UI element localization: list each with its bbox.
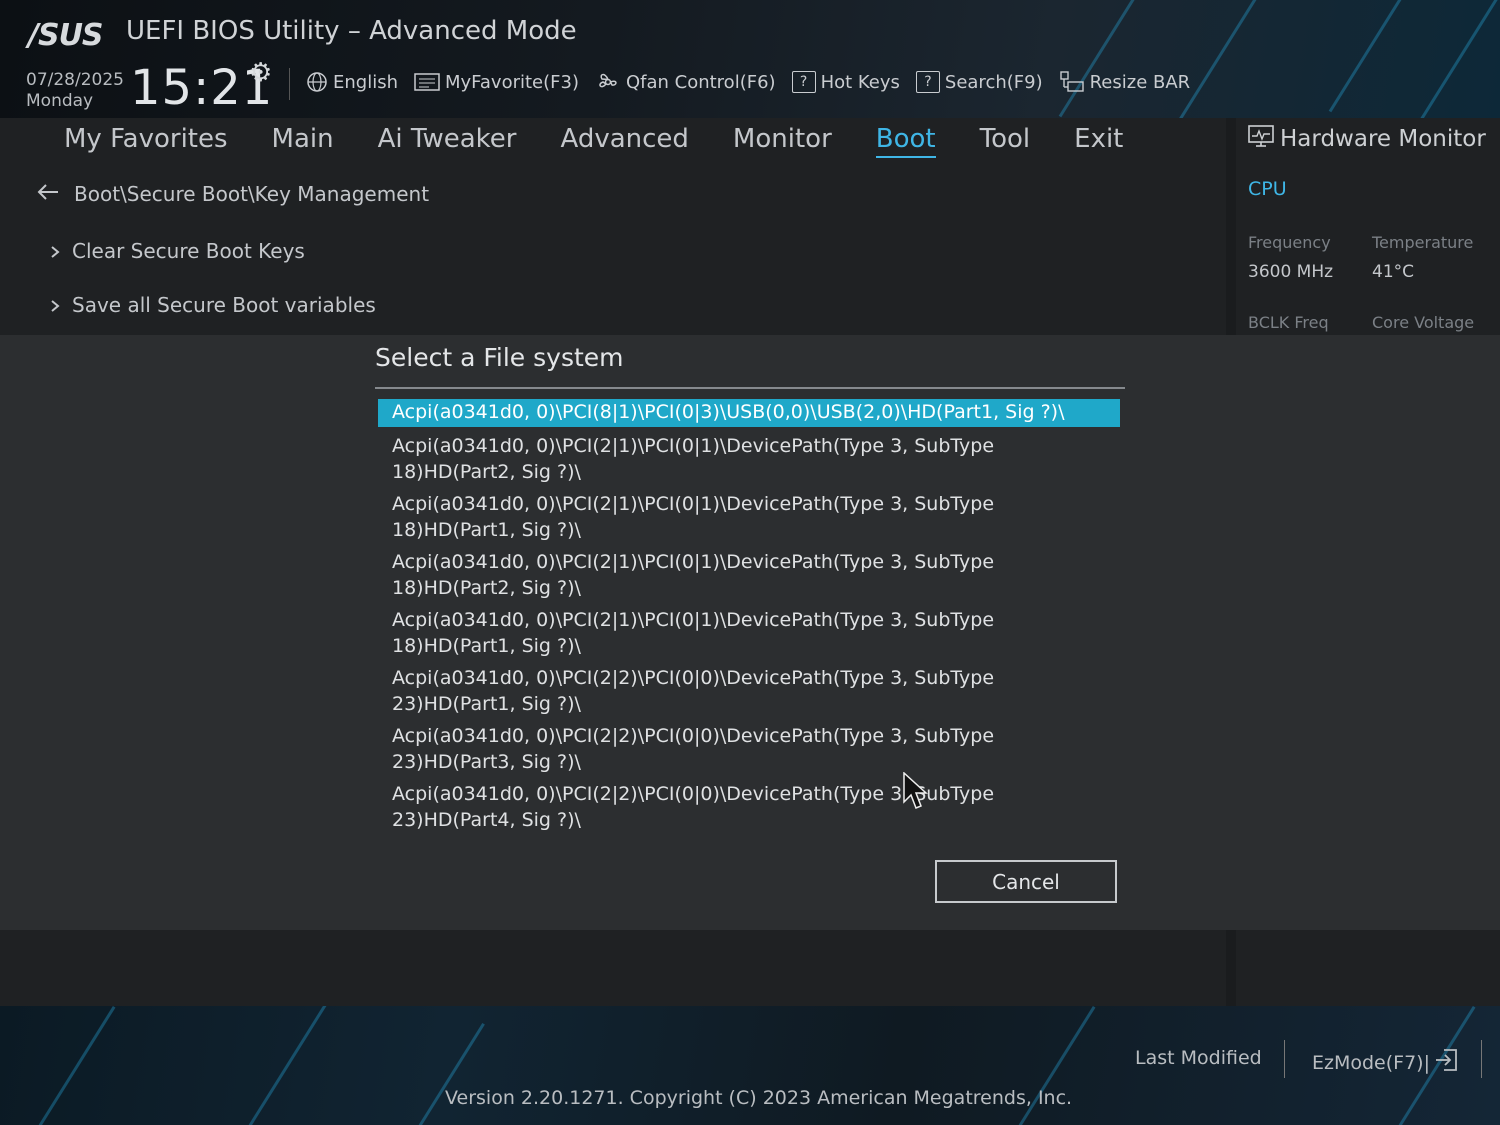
- ezmode-label: EzMode(F7)|: [1312, 1051, 1430, 1074]
- menu-item-label: Save all Secure Boot variables: [72, 293, 376, 317]
- hot-keys-button[interactable]: ? Hot Keys: [791, 70, 900, 94]
- search-button[interactable]: ? Search(F9): [915, 70, 1043, 94]
- chevron-right-icon: [50, 293, 60, 317]
- temperature-value: 41°C: [1372, 262, 1415, 282]
- frequency-value: 3600 MHz: [1248, 262, 1334, 282]
- date-text: 07/28/2025: [26, 70, 124, 90]
- file-system-option[interactable]: Acpi(a0341d0, 0)\PCI(2|1)\PCI(0|1)\Devic…: [378, 433, 1120, 485]
- temperature-label: Temperature: [1372, 233, 1474, 252]
- toolbar: English MyFavorite(F3) Qfan Control(F6) …: [306, 70, 1190, 94]
- menu-item-save-secure-boot-variables[interactable]: Save all Secure Boot variables: [50, 293, 376, 317]
- back-arrow-icon[interactable]: [36, 182, 60, 206]
- clock-settings-gear-icon[interactable]: ⚙: [249, 58, 272, 88]
- decor-stripe: [1328, 0, 1438, 113]
- mouse-pointer-icon: [903, 771, 929, 816]
- footer-divider: [1481, 1040, 1482, 1078]
- file-system-option[interactable]: Acpi(a0341d0, 0)\PCI(2|2)\PCI(0|0)\Devic…: [378, 723, 1120, 775]
- core-voltage-label: Core Voltage: [1372, 313, 1475, 332]
- main-nav: My Favorites Main Ai Tweaker Advanced Mo…: [64, 124, 1123, 158]
- tab-tool[interactable]: Tool: [980, 124, 1031, 158]
- myfavorite-label: MyFavorite(F3): [445, 71, 579, 93]
- tab-my-favorites[interactable]: My Favorites: [64, 124, 228, 158]
- menu-item-clear-secure-boot-keys[interactable]: Clear Secure Boot Keys: [50, 239, 305, 263]
- resize-bar-icon: [1059, 70, 1085, 94]
- file-system-option[interactable]: Acpi(a0341d0, 0)\PCI(2|1)\PCI(0|1)\Devic…: [378, 491, 1120, 543]
- decor-stripe: [1058, 0, 1147, 118]
- divider: [289, 68, 290, 100]
- date-display: 07/28/2025 Monday: [26, 70, 124, 112]
- decor-stripe: [418, 1022, 485, 1125]
- decor-stripe: [38, 1006, 116, 1125]
- exit-arrow-icon: [1434, 1047, 1460, 1078]
- help-icon: ?: [791, 71, 816, 93]
- dialog-divider: [375, 387, 1125, 389]
- cpu-section-title: CPU: [1248, 178, 1287, 200]
- fan-icon: [595, 70, 621, 94]
- hardware-monitor-title: Hardware Monitor: [1248, 124, 1486, 154]
- frequency-label: Frequency: [1248, 233, 1331, 252]
- tab-boot[interactable]: Boot: [875, 124, 936, 158]
- footer-divider: [1284, 1040, 1285, 1078]
- globe-icon: [306, 71, 328, 93]
- favorite-icon: [414, 72, 440, 92]
- ezmode-button[interactable]: EzMode(F7)|: [1312, 1047, 1460, 1078]
- hot-keys-label: Hot Keys: [820, 71, 900, 93]
- menu-item-label: Clear Secure Boot Keys: [72, 239, 305, 263]
- tab-main[interactable]: Main: [272, 124, 334, 158]
- language-label: English: [333, 71, 398, 93]
- file-system-option[interactable]: Acpi(a0341d0, 0)\PCI(8|1)\PCI(0|3)\USB(0…: [378, 399, 1120, 427]
- hardware-monitor-label: Hardware Monitor: [1280, 126, 1486, 152]
- bclk-freq-label: BCLK Freq: [1248, 313, 1329, 332]
- search-label: Search(F9): [944, 71, 1043, 93]
- breadcrumb-path: Boot\Secure Boot\Key Management: [74, 182, 430, 206]
- resize-bar-button[interactable]: Resize BAR: [1059, 70, 1191, 94]
- cancel-button[interactable]: Cancel: [935, 860, 1117, 903]
- monitor-icon: [1248, 124, 1274, 154]
- app-title: UEFI BIOS Utility – Advanced Mode: [126, 16, 577, 46]
- tab-exit[interactable]: Exit: [1074, 124, 1123, 158]
- file-system-option[interactable]: Acpi(a0341d0, 0)\PCI(2|2)\PCI(0|0)\Devic…: [378, 781, 1120, 833]
- dialog-title: Select a File system: [375, 343, 624, 372]
- file-system-option[interactable]: Acpi(a0341d0, 0)\PCI(2|1)\PCI(0|1)\Devic…: [378, 549, 1120, 601]
- day-text: Monday: [26, 91, 94, 111]
- file-system-list: Acpi(a0341d0, 0)\PCI(8|1)\PCI(0|3)\USB(0…: [378, 399, 1120, 839]
- asus-logo: /SUS: [28, 18, 104, 53]
- tab-advanced[interactable]: Advanced: [560, 124, 688, 158]
- qfan-label: Qfan Control(F6): [625, 71, 776, 93]
- version-text: Version 2.20.1271. Copyright (C) 2023 Am…: [445, 1087, 1073, 1109]
- last-modified-button[interactable]: Last Modified: [1135, 1047, 1262, 1069]
- breadcrumb: Boot\Secure Boot\Key Management: [36, 182, 429, 206]
- myfavorite-button[interactable]: MyFavorite(F3): [414, 70, 579, 94]
- decor-stripe: [248, 1006, 331, 1125]
- chevron-right-icon: [50, 239, 60, 263]
- file-system-option[interactable]: Acpi(a0341d0, 0)\PCI(2|1)\PCI(0|1)\Devic…: [378, 607, 1120, 659]
- decor-stripe: [1418, 0, 1500, 118]
- help-icon: ?: [915, 71, 940, 93]
- tab-monitor[interactable]: Monitor: [733, 124, 832, 158]
- qfan-control-button[interactable]: Qfan Control(F6): [595, 70, 776, 94]
- resize-bar-label: Resize BAR: [1089, 71, 1191, 93]
- language-button[interactable]: English: [306, 70, 398, 94]
- tab-ai-tweaker[interactable]: Ai Tweaker: [378, 124, 517, 158]
- file-system-option[interactable]: Acpi(a0341d0, 0)\PCI(2|2)\PCI(0|0)\Devic…: [378, 665, 1120, 717]
- decor-stripe: [1178, 0, 1288, 118]
